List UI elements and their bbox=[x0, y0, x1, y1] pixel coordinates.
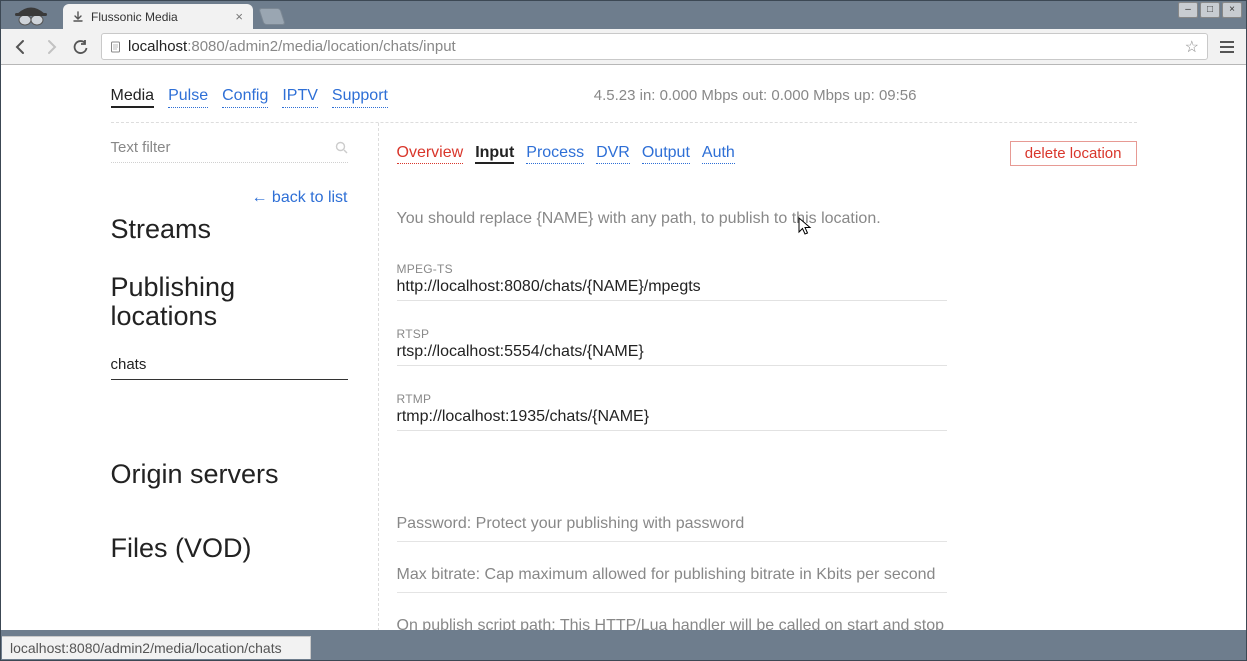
url-block-rtmp: RTMP rtmp://localhost:1935/chats/{NAME} bbox=[397, 392, 947, 431]
tab-input[interactable]: Input bbox=[475, 144, 514, 164]
back-button[interactable] bbox=[11, 37, 31, 57]
nav-support[interactable]: Support bbox=[332, 87, 388, 108]
detail-tabs: Overview Input Process DVR Output Auth bbox=[397, 144, 735, 164]
option-onpublish[interactable]: On publish script path: This HTTP/Lua ha… bbox=[397, 593, 947, 630]
bookmark-star-icon[interactable]: ☆ bbox=[1185, 37, 1199, 57]
main-panel: Overview Input Process DVR Output Auth d… bbox=[379, 123, 1137, 630]
tab-auth[interactable]: Auth bbox=[702, 144, 735, 164]
favicon-icon bbox=[71, 10, 85, 24]
url-value[interactable]: rtmp://localhost:1935/chats/{NAME} bbox=[397, 408, 947, 426]
url-label: RTSP bbox=[397, 327, 947, 341]
option-maxbitrate[interactable]: Max bitrate: Cap maximum allowed for pub… bbox=[397, 542, 947, 593]
tab-output[interactable]: Output bbox=[642, 144, 690, 164]
nav-pulse[interactable]: Pulse bbox=[168, 87, 208, 108]
window-controls: – □ × bbox=[1178, 2, 1242, 18]
url-block-mpegts: MPEG-TS http://localhost:8080/chats/{NAM… bbox=[397, 262, 947, 301]
location-item-chats[interactable]: chats bbox=[111, 350, 348, 380]
new-tab-button[interactable] bbox=[258, 8, 286, 25]
browser-window: – □ × Flussonic Media × bbox=[0, 0, 1247, 661]
tabstrip: Flussonic Media × bbox=[1, 1, 1246, 29]
maximize-button[interactable]: □ bbox=[1200, 2, 1220, 18]
browser-status-bar: localhost:8080/admin2/media/location/cha… bbox=[2, 636, 311, 659]
tab-close-icon[interactable]: × bbox=[235, 9, 243, 24]
tab-dvr[interactable]: DVR bbox=[596, 144, 630, 164]
close-window-button[interactable]: × bbox=[1222, 2, 1242, 18]
url-label: MPEG-TS bbox=[397, 262, 947, 276]
url-value[interactable]: rtsp://localhost:5554/chats/{NAME} bbox=[397, 343, 947, 361]
app-header: Media Pulse Config IPTV Support 4.5.23 i… bbox=[111, 87, 1137, 123]
incognito-icon bbox=[11, 3, 51, 29]
forward-button[interactable] bbox=[41, 37, 61, 57]
nav-config[interactable]: Config bbox=[222, 87, 268, 108]
publish-hint: You should replace {NAME} with any path,… bbox=[397, 210, 1137, 228]
back-to-list-link[interactable]: ← back to list bbox=[251, 189, 347, 206]
sidebar: Text filter ← back to list Streams Publi… bbox=[111, 123, 379, 630]
header-nav: Media Pulse Config IPTV Support bbox=[111, 87, 388, 108]
header-status: 4.5.23 in: 0.000 Mbps out: 0.000 Mbps up… bbox=[594, 87, 917, 104]
option-password[interactable]: Password: Protect your publishing with p… bbox=[397, 491, 947, 542]
tab-title: Flussonic Media bbox=[91, 10, 229, 24]
url-label: RTMP bbox=[397, 392, 947, 406]
url-block-rtsp: RTSP rtsp://localhost:5554/chats/{NAME} bbox=[397, 327, 947, 366]
page-viewport: Media Pulse Config IPTV Support 4.5.23 i… bbox=[1, 65, 1246, 630]
delete-location-button[interactable]: delete location bbox=[1010, 141, 1137, 166]
tab-overview[interactable]: Overview bbox=[397, 144, 464, 164]
tab-process[interactable]: Process bbox=[526, 144, 584, 164]
minimize-button[interactable]: – bbox=[1178, 2, 1198, 18]
address-bar[interactable]: localhost:8080/admin2/media/location/cha… bbox=[101, 33, 1208, 60]
nav-iptv[interactable]: IPTV bbox=[282, 87, 318, 108]
url-value[interactable]: http://localhost:8080/chats/{NAME}/mpegt… bbox=[397, 278, 947, 296]
search-icon bbox=[335, 141, 348, 154]
page-icon bbox=[110, 41, 122, 53]
filter-input[interactable]: Text filter bbox=[111, 139, 348, 163]
section-origin[interactable]: Origin servers bbox=[111, 460, 348, 490]
browser-toolbar: localhost:8080/admin2/media/location/cha… bbox=[1, 29, 1246, 65]
browser-menu-button[interactable] bbox=[1218, 39, 1236, 55]
nav-media[interactable]: Media bbox=[111, 87, 155, 108]
section-streams[interactable]: Streams bbox=[111, 215, 348, 245]
reload-button[interactable] bbox=[71, 37, 91, 57]
url-text: localhost:8080/admin2/media/location/cha… bbox=[128, 38, 456, 55]
section-files[interactable]: Files (VOD) bbox=[111, 534, 348, 564]
browser-tab[interactable]: Flussonic Media × bbox=[63, 4, 253, 29]
section-publishing[interactable]: Publishing locations bbox=[111, 273, 348, 332]
filter-placeholder: Text filter bbox=[111, 139, 171, 156]
